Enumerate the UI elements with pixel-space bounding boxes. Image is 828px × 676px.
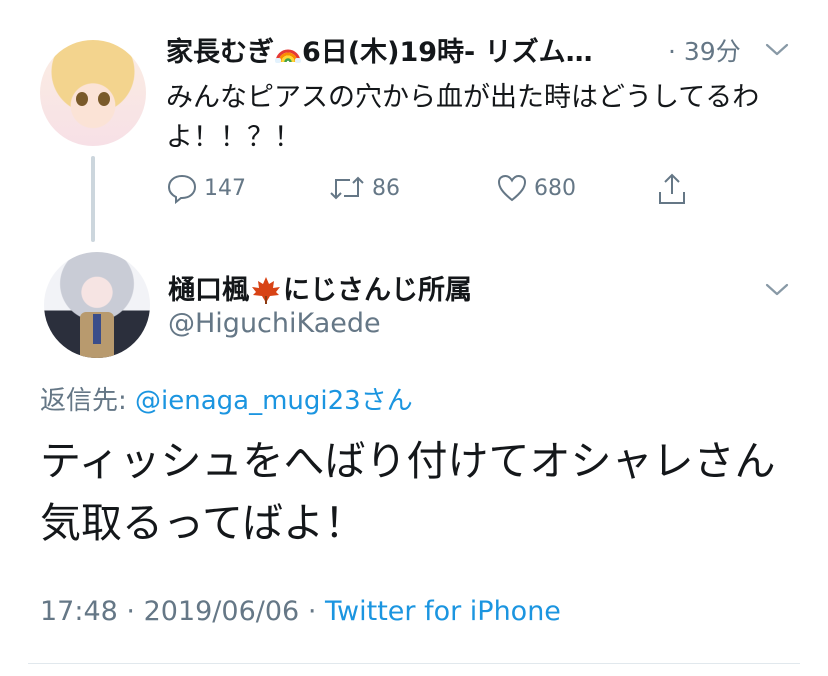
avatar-tie [93, 314, 101, 344]
reply-tweet-handle[interactable]: @HiguchiKaede [168, 308, 381, 339]
tweet-meta: 17:48 · 2019/06/06 · Twitter for iPhone [40, 596, 561, 627]
thread-connector-line [91, 156, 95, 242]
share-icon [659, 173, 685, 204]
parent-tweet-display-name[interactable]: 家長むぎ 6日(木)19時- リズム… [166, 30, 593, 69]
parent-tweet-text: みんなピアスの穴から血が出た時はどうしてるわよ！！？！ [166, 82, 760, 153]
parent-tweet-time[interactable]: · 39分 [668, 32, 741, 68]
share-button[interactable] [656, 172, 694, 206]
retweet-count: 86 [372, 175, 400, 201]
replying-to: 返信先: @ienaga_mugi23さん [40, 380, 413, 417]
reply-name-prefix: 樋口楓 [168, 275, 249, 306]
parent-name-prefix: 家長むぎ [166, 37, 274, 68]
heart-icon [497, 174, 527, 202]
retweet-button[interactable]: 86 [328, 172, 400, 204]
chevron-down-icon[interactable] [764, 282, 790, 298]
divider [28, 663, 800, 664]
replying-to-mention[interactable]: @ienaga_mugi23さん [135, 386, 413, 416]
tweet-date: 2019/06/06 [143, 596, 300, 627]
rainbow-emoji [275, 49, 301, 63]
parent-tweet-avatar[interactable] [40, 40, 146, 146]
reply-count: 147 [204, 175, 246, 201]
reply-tweet-avatar[interactable] [44, 252, 150, 358]
like-count: 680 [534, 175, 576, 201]
reply-name-suffix: にじさんじ所属 [283, 275, 472, 306]
reply-tweet-text: ティッシュをへばり付けてオシャレさん気取るってばよ！ [40, 437, 776, 547]
reply-tweet-display-name[interactable]: 樋口楓 にじさんじ所属 [168, 268, 472, 307]
replying-to-label: 返信先: [40, 386, 127, 416]
maple-leaf-emoji [252, 277, 280, 304]
meta-separator: · [126, 596, 135, 627]
meta-separator: · [307, 596, 317, 627]
avatar-eye-right [98, 92, 110, 106]
reply-icon [167, 174, 197, 204]
tweet-time: 17:48 [40, 596, 118, 627]
parent-name-suffix: 6日(木)19時- リズム… [302, 37, 593, 68]
retweet-icon [330, 176, 364, 200]
tweet-source-link[interactable]: Twitter for iPhone [325, 596, 561, 627]
like-button[interactable]: 680 [496, 172, 576, 204]
parent-tweet-actions: 147 86 680 [166, 172, 726, 212]
reply-button[interactable]: 147 [166, 172, 246, 204]
avatar-eye-left [76, 92, 88, 106]
chevron-down-icon[interactable] [764, 42, 790, 58]
